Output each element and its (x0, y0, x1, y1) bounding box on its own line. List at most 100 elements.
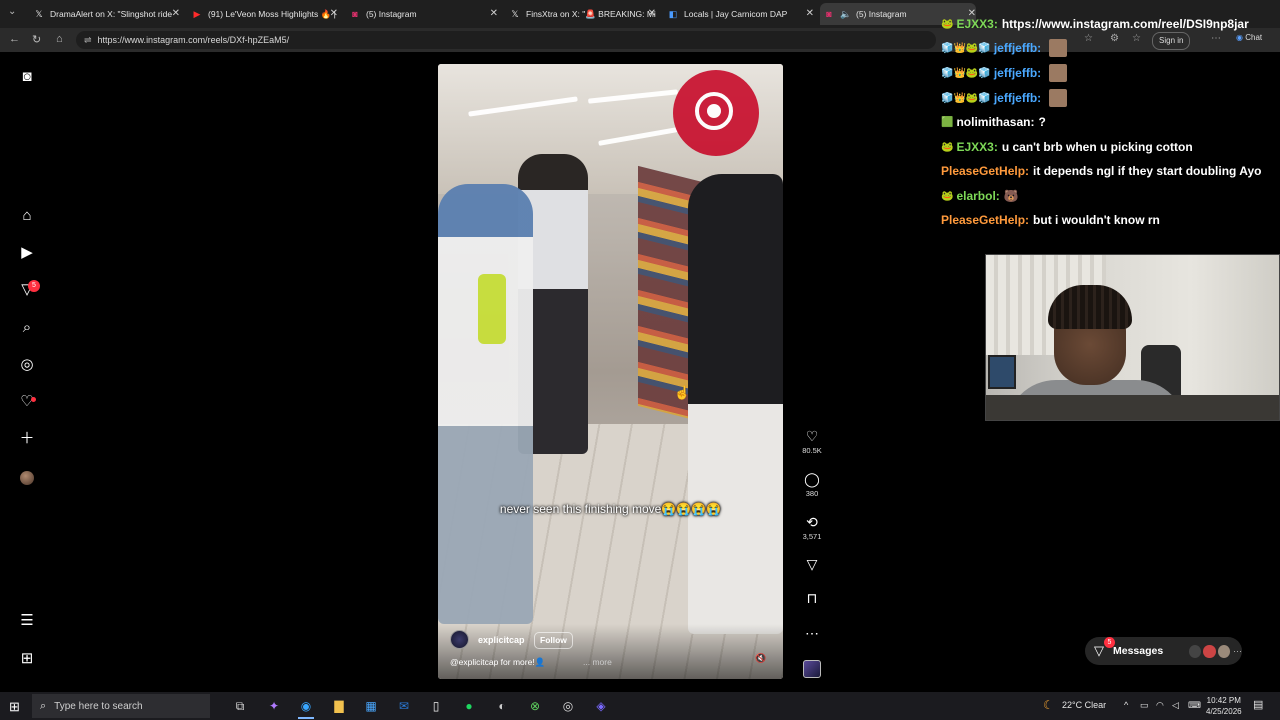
more-menu-icon[interactable]: ☰ (17, 611, 37, 631)
comment-icon[interactable]: ◯ (800, 471, 824, 487)
reader-icon[interactable]: ☆ (1084, 33, 1093, 44)
address-bar[interactable]: ⇌ https://www.instagram.com/reels/DXf-hp… (76, 31, 936, 49)
reel-video[interactable]: never seen this finishing move😭😭😭😭 expli… (438, 64, 783, 679)
spotify-icon[interactable]: ● (461, 698, 477, 714)
site-info-icon[interactable]: ⇌ (84, 35, 92, 46)
speaker-icon[interactable]: 🔈 (840, 9, 851, 19)
refresh-icon[interactable]: ↻ (32, 33, 41, 46)
reels-icon[interactable]: ▶ (17, 243, 37, 263)
weather-text[interactable]: 22°C Clear (1062, 700, 1106, 710)
repost-icon[interactable]: ⟲ (800, 514, 824, 530)
messages-badge: 5 (1104, 637, 1115, 648)
safety-vest (478, 274, 506, 344)
instagram-logo-icon[interactable]: ◙ (17, 67, 37, 87)
heart-icon[interactable]: ♡ (17, 392, 37, 412)
browser-tab[interactable]: 𝕏 FinsXtra on X: "🚨 BREAKING: Mia ✕ (506, 3, 656, 25)
webcam-feed (985, 254, 1280, 421)
more-options[interactable]: ⋯ (800, 625, 824, 641)
battery-icon[interactable]: ▭ (1140, 700, 1149, 711)
file-icon[interactable]: ▯ (428, 698, 444, 714)
audio-thumbnail[interactable] (803, 660, 821, 678)
x-icon: 𝕏 (35, 9, 43, 19)
tab-title: FinsXtra on X: "🚨 BREAKING: Mia (526, 8, 656, 19)
home-icon[interactable]: ⌂ (17, 206, 37, 226)
browser-tab[interactable]: ◧ Locals | Jay Carnicom DAP ✕ (664, 3, 814, 25)
chat-badges: 🧊👑🐸🧊 (941, 67, 991, 79)
also-from-meta-icon[interactable]: ⊞ (17, 649, 37, 669)
windows-start-icon[interactable]: ⊞ (9, 699, 20, 715)
share-action[interactable]: ▽ (800, 556, 824, 572)
chat-message: 🧊👑🐸🧊 jeffjeffb: (941, 88, 1068, 108)
reel-author-name[interactable]: explicitcap (478, 635, 525, 645)
taskbar-clock[interactable]: 10:42 PM 4/25/2026 (1206, 695, 1242, 717)
repost-action[interactable]: ⟲ 3,571 (800, 514, 824, 541)
profile-avatar[interactable] (20, 471, 34, 485)
taskbar-search[interactable]: ⌕ Type here to search (32, 694, 210, 718)
more-dots-icon[interactable]: ⋯ (800, 625, 824, 641)
watermark-logo (673, 70, 759, 156)
chat-badges: 🧊👑🐸🧊 (941, 92, 991, 104)
chat-username: jeffjeffb: (993, 91, 1042, 105)
chat-message: PleaseGetHelp: it depends ngl if they st… (941, 161, 1262, 181)
chat-username: jeffjeffb: (993, 66, 1042, 80)
menu-dots-icon[interactable]: ⋯ (1211, 33, 1221, 44)
notification-badge: 5 (28, 280, 40, 292)
messages-button[interactable]: ▽ 5 Messages ⋯ (1085, 637, 1242, 665)
home-icon[interactable]: ⌂ (56, 33, 63, 45)
bookmark-icon[interactable]: ⊓ (800, 590, 824, 606)
close-tab-icon[interactable]: ✕ (330, 8, 338, 19)
favorites-icon[interactable]: ☆ (1132, 33, 1141, 44)
url-text[interactable]: https://www.instagram.com/reels/DXf-hpZE… (98, 35, 290, 45)
outlook-icon[interactable]: ✉ (396, 698, 412, 714)
heart-icon[interactable]: ♡ (800, 428, 824, 444)
discord-icon[interactable]: ◈ (593, 698, 609, 714)
caption-more-link[interactable]: ... more (583, 657, 612, 667)
friend-avatar (1217, 644, 1230, 658)
extensions-icon[interactable]: ⚙ (1110, 33, 1119, 44)
person (438, 184, 533, 624)
reel-footer-gradient (438, 624, 783, 679)
share-icon[interactable]: ▽ (800, 556, 824, 572)
volume-icon[interactable]: ◁ (1172, 700, 1179, 711)
browser-tab[interactable]: ▶ (91) Le'Veon Moss Highlights 🔥 | ✕ (188, 3, 338, 25)
file-explorer-icon[interactable]: ▇ (331, 698, 347, 714)
copilot-icon[interactable]: ✦ (266, 698, 282, 714)
chat-badges: 🐸 (941, 18, 954, 30)
chat-message: 🐸 EJXX3: u can't brb when u picking cott… (941, 137, 1193, 157)
mute-icon[interactable]: 🔇 (755, 653, 766, 664)
tab-list-icon[interactable]: ⌄ (8, 6, 16, 17)
reel-author-avatar[interactable] (450, 630, 469, 649)
close-tab-icon[interactable]: ✕ (490, 8, 498, 19)
monitor (988, 355, 1016, 389)
clock-time: 10:42 PM (1206, 696, 1241, 705)
sign-in-button[interactable]: Sign in (1152, 32, 1191, 50)
obs-icon[interactable]: ◎ (560, 698, 576, 714)
xbox-icon[interactable]: ⊗ (527, 698, 543, 714)
chat-message: 🧊👑🐸🧊 jeffjeffb: (941, 38, 1068, 58)
close-tab-icon[interactable]: ✕ (806, 8, 814, 19)
app-icon[interactable]: ◐ (494, 698, 510, 714)
like-action[interactable]: ♡ 80.5K (800, 428, 824, 455)
create-icon[interactable]: ＋ (17, 429, 37, 449)
task-view-icon[interactable]: ⧉ (232, 698, 248, 714)
search-icon[interactable]: ⌕ (17, 318, 37, 338)
browser-tab[interactable]: ◙ (5) Instagram ✕ (346, 3, 498, 25)
store-icon[interactable]: ▦ (363, 698, 379, 714)
language-icon[interactable]: ⌨ (1188, 700, 1201, 711)
copilot-chat-button[interactable]: ◉ Chat (1236, 33, 1262, 42)
youtube-icon: ▶ (193, 9, 201, 19)
follow-button[interactable]: Follow (534, 632, 573, 649)
tray-chevron-icon[interactable]: ^ (1124, 700, 1128, 710)
notification-center-icon[interactable]: ▤ (1253, 698, 1263, 711)
back-icon[interactable]: ← (9, 33, 20, 45)
close-tab-icon[interactable]: ✕ (648, 8, 656, 19)
close-tab-icon[interactable]: ✕ (172, 8, 180, 19)
search-icon: ⌕ (40, 699, 47, 712)
explore-icon[interactable]: ◎ (17, 355, 37, 375)
save-action[interactable]: ⊓ (800, 590, 824, 606)
chat-text: but i wouldn't know rn (1033, 213, 1160, 227)
edge-icon[interactable]: ◉ (298, 698, 314, 714)
comment-action[interactable]: ◯ 380 (800, 471, 824, 498)
wifi-icon[interactable]: ◠ (1156, 700, 1164, 711)
browser-tab[interactable]: 𝕏 DramaAlert on X: "Slingshot ride ✕ (30, 3, 180, 25)
